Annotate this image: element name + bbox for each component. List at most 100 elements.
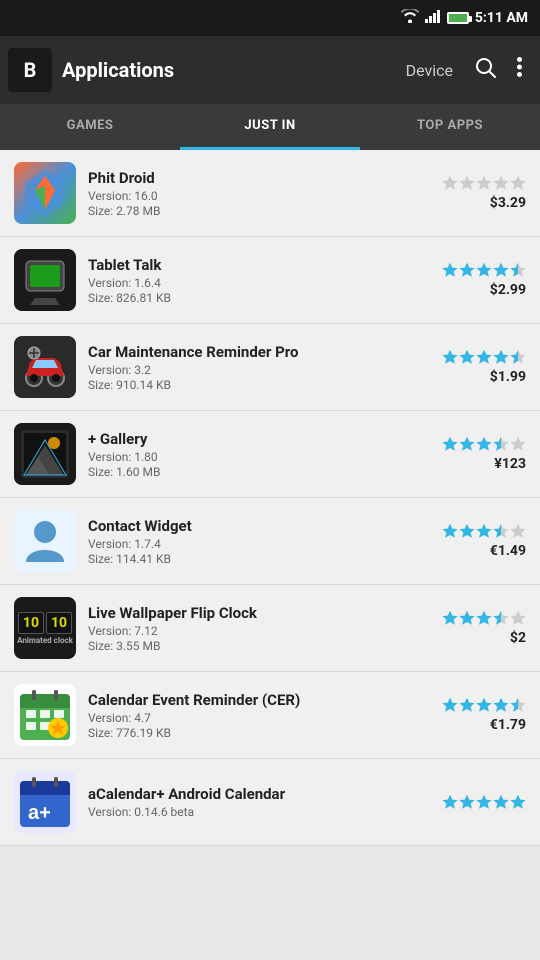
star-icon [510,175,526,191]
star-icon [493,436,509,452]
list-item[interactable]: 10 10 Animated clock Live Wallpaper Flip… [0,585,540,672]
list-item[interactable]: Tablet Talk Version: 1.6.4 Size: 826.81 … [0,237,540,324]
app-info: Live Wallpaper Flip Clock Version: 7.12 … [88,604,442,653]
star-icon [476,262,492,278]
star-icon [476,175,492,191]
star-icon [493,697,509,713]
wifi-icon [401,9,419,27]
tab-games[interactable]: GAMES [0,104,180,150]
app-price: $2.99 [490,282,526,298]
gallery-app-icon [14,423,76,485]
app-info: Tablet Talk Version: 1.6.4 Size: 826.81 … [88,256,442,305]
top-bar: B Applications Device [0,36,540,104]
app-rating-price: $1.99 [442,349,526,385]
app-version: Version: 4.7 [88,711,442,725]
app-info: Phit Droid Version: 16.0 Size: 2.78 MB [88,169,442,218]
star-icon [510,697,526,713]
app-name: Live Wallpaper Flip Clock [88,604,442,622]
app-version: Version: 0.14.6 beta [88,805,442,819]
app-size: Size: 910.14 KB [88,378,442,392]
app-rating-price: €1.79 [442,697,526,733]
app-version: Version: 3.2 [88,363,442,377]
star-icon [493,349,509,365]
app-rating-price: €1.49 [442,523,526,559]
tab-top-apps[interactable]: TOP APPS [360,104,540,150]
app-name: Car Maintenance Reminder Pro [88,343,442,361]
app-version: Version: 16.0 [88,189,442,203]
star-icon [493,262,509,278]
app-rating-price: ¥123 [442,436,526,472]
battery-icon [447,12,469,24]
star-icon [493,523,509,539]
list-item[interactable]: + Gallery Version: 1.80 Size: 1.60 MB [0,411,540,498]
device-button[interactable]: Device [394,53,465,88]
car-maintenance-app-icon [14,336,76,398]
app-price: $3.29 [490,195,526,211]
tab-bar: GAMES JUST IN TOP APPS [0,104,540,150]
signal-icon [425,9,441,27]
app-version: Version: 1.7.4 [88,537,442,551]
star-icon [493,175,509,191]
star-icon [510,523,526,539]
star-icon [459,794,475,810]
svg-text:a+: a+ [28,802,51,824]
contact-widget-app-icon [14,510,76,572]
app-price: $2 [510,630,526,646]
app-info: Calendar Event Reminder (CER) Version: 4… [88,691,442,740]
star-icon [459,610,475,626]
star-icon [510,262,526,278]
app-version: Version: 1.80 [88,450,442,464]
app-version: Version: 7.12 [88,624,442,638]
star-icon [476,436,492,452]
list-item[interactable]: Car Maintenance Reminder Pro Version: 3.… [0,324,540,411]
app-name: + Gallery [88,430,442,448]
list-item[interactable]: a+ aCalendar+ Android Calendar Version: … [0,759,540,846]
star-icon [510,349,526,365]
list-item[interactable]: Contact Widget Version: 1.7.4 Size: 114.… [0,498,540,585]
app-icon-container [14,510,76,572]
status-icons: 5:11 AM [401,9,528,27]
star-icon [442,523,458,539]
app-name: aCalendar+ Android Calendar [88,785,442,803]
star-icon [459,349,475,365]
app-icon-container [14,684,76,746]
app-size: Size: 2.78 MB [88,204,442,218]
app-size: Size: 1.60 MB [88,465,442,479]
app-price: $1.99 [490,369,526,385]
app-logo: B [8,48,52,92]
list-item[interactable]: Phit Droid Version: 16.0 Size: 2.78 MB [0,150,540,237]
app-icon-container [14,336,76,398]
app-rating-price: $3.29 [442,175,526,211]
app-info: + Gallery Version: 1.80 Size: 1.60 MB [88,430,442,479]
tab-just-in[interactable]: JUST IN [180,104,360,150]
flip-clock-app-icon: 10 10 Animated clock [14,597,76,659]
app-name: Tablet Talk [88,256,442,274]
star-icon [442,697,458,713]
app-icon-container [14,162,76,224]
app-price: ¥123 [494,456,526,472]
star-icon [442,610,458,626]
app-icon-container [14,423,76,485]
tablet-talk-app-icon [14,249,76,311]
app-rating-price: $2 [442,610,526,646]
star-icon [493,610,509,626]
star-icon [442,262,458,278]
more-options-button[interactable] [507,49,532,91]
app-size: Size: 114.41 KB [88,552,442,566]
app-price: €1.79 [490,717,526,733]
star-icon [459,175,475,191]
star-icon [459,523,475,539]
star-icon [459,697,475,713]
star-icon [442,436,458,452]
list-item[interactable]: Calendar Event Reminder (CER) Version: 4… [0,672,540,759]
star-icon [459,436,475,452]
app-size: Size: 826.81 KB [88,291,442,305]
search-button[interactable] [465,49,507,92]
star-icon [476,349,492,365]
star-icon [459,262,475,278]
star-icon [510,436,526,452]
app-info: Car Maintenance Reminder Pro Version: 3.… [88,343,442,392]
app-name: Phit Droid [88,169,442,187]
app-info: Contact Widget Version: 1.7.4 Size: 114.… [88,517,442,566]
status-bar: 5:11 AM [0,0,540,36]
